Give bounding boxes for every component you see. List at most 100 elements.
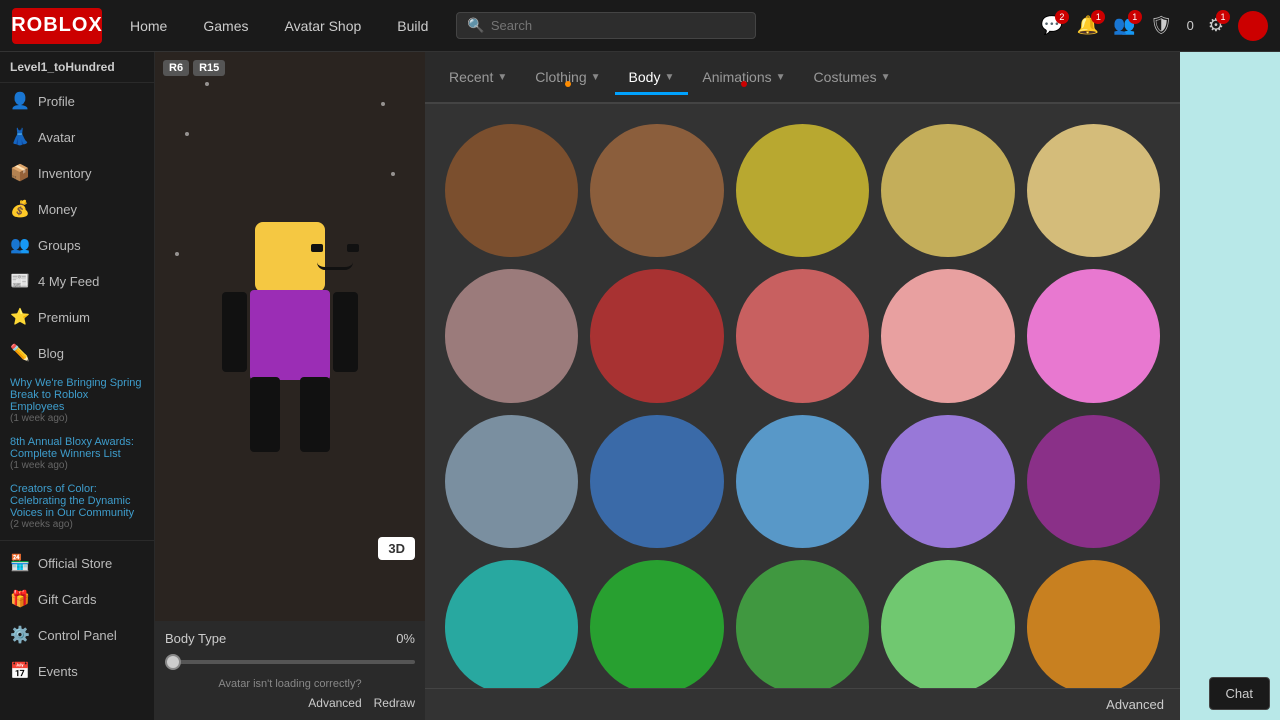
roblox-logo: ROBLOX [12,8,102,44]
chat-icon-button[interactable]: 💬2 [1041,15,1063,36]
avatar-preview [155,52,425,621]
sidebar-label-money: Money [38,202,77,217]
color-swatch-0[interactable] [445,124,578,257]
color-swatch-19[interactable] [1027,560,1160,688]
chat-button[interactable]: Chat [1209,677,1270,710]
blog-title-2[interactable]: 8th Annual Bloxy Awards: Complete Winner… [10,436,144,460]
avatar-figure [210,222,370,452]
giftcard-icon: 🎁 [10,589,30,609]
color-swatch-3[interactable] [881,124,1014,257]
sidebar-item-blog[interactable]: ✏️ Blog [0,335,154,371]
tab-animations[interactable]: Animations ▼ [688,61,799,93]
notifications-icon-button[interactable]: 🔔1 [1077,15,1099,36]
tab-recent[interactable]: Recent ▼ [435,61,521,93]
sidebar-item-myfeed[interactable]: 📰 4 My Feed [0,263,154,299]
color-swatch-2[interactable] [736,124,869,257]
color-swatch-13[interactable] [881,415,1014,548]
colors-grid [425,104,1180,688]
badge-r15[interactable]: R15 [193,60,225,76]
avatar-warning: Avatar isn't loading correctly? [165,678,415,690]
avatar-badges: R6 R15 [163,60,225,76]
tab-clothing[interactable]: Clothing ▼ [521,61,614,93]
nav-home[interactable]: Home [122,14,175,38]
slider-track [165,660,415,664]
blog-title-3[interactable]: Creators of Color: Celebrating the Dynam… [10,483,144,519]
myfeed-icon: 📰 [10,271,30,291]
blog-title-1[interactable]: Why We're Bringing Spring Break to Roblo… [10,377,144,413]
top-navigation: ROBLOX Home Games Avatar Shop Build 🔍 💬2… [0,0,1280,52]
advanced-button[interactable]: Advanced [1106,697,1164,712]
color-swatch-12[interactable] [736,415,869,548]
sidebar-item-giftcards[interactable]: 🎁 Gift Cards [0,581,154,617]
friends-icon-button[interactable]: 👥1 [1113,15,1135,36]
tab-recent-arrow: ▼ [497,72,507,83]
color-swatch-11[interactable] [590,415,723,548]
sidebar-item-avatar[interactable]: 👗 Avatar [0,119,154,155]
tab-clothing-arrow: ▼ [591,72,601,83]
sidebar-item-store[interactable]: 🏪 Official Store [0,545,154,581]
avatar-face [307,242,363,272]
sidebar-label-controlpanel: Control Panel [38,628,117,643]
tab-costumes-arrow: ▼ [881,72,891,83]
color-swatch-5[interactable] [445,269,578,402]
sidebar-label-profile: Profile [38,94,75,109]
shield-icon[interactable]: 🛡 [1150,15,1173,36]
avatar-bottom: Body Type 0% Avatar isn't loading correc… [155,621,425,720]
inventory-icon: 📦 [10,163,30,183]
color-swatch-6[interactable] [590,269,723,402]
search-bar[interactable]: 🔍 [456,12,756,39]
color-swatch-7[interactable] [736,269,869,402]
tab-costumes[interactable]: Costumes ▼ [800,61,905,93]
color-swatch-18[interactable] [881,560,1014,688]
nav-avatar-shop[interactable]: Avatar Shop [276,14,369,38]
tab-body[interactable]: Body ▼ [615,61,689,93]
blog-meta-2: (1 week ago) [10,460,144,471]
color-swatch-1[interactable] [590,124,723,257]
sidebar: Level1_toHundred 👤 Profile 👗 Avatar 📦 In… [0,52,155,720]
nav-right: 💬2 🔔1 👥1 🛡 0 ⚙1 [1041,11,1269,41]
tabs-row: Recent ▼ Clothing ▼ Body ▼ Animations ▼ … [425,52,1180,104]
nav-links: Home Games Avatar Shop Build [122,14,436,38]
nav-games[interactable]: Games [195,14,256,38]
color-swatch-10[interactable] [445,415,578,548]
sidebar-item-groups[interactable]: 👥 Groups [0,227,154,263]
color-swatch-17[interactable] [736,560,869,688]
blog-post-3: Creators of Color: Celebrating the Dynam… [0,477,154,536]
sidebar-item-inventory[interactable]: 📦 Inventory [0,155,154,191]
color-swatch-8[interactable] [881,269,1014,402]
color-swatch-14[interactable] [1027,415,1160,548]
slider-thumb[interactable] [165,654,181,670]
sidebar-label-giftcards: Gift Cards [38,592,97,607]
events-icon: 📅 [10,661,30,681]
search-input[interactable] [491,18,746,33]
main-layout: Level1_toHundred 👤 Profile 👗 Avatar 📦 In… [0,52,1280,720]
groups-icon: 👥 [10,235,30,255]
color-swatch-16[interactable] [590,560,723,688]
store-icon: 🏪 [10,553,30,573]
user-avatar[interactable] [1238,11,1268,41]
tab-recent-label: Recent [449,69,493,85]
sidebar-item-premium[interactable]: ⭐ Premium [0,299,154,335]
nav-build[interactable]: Build [389,14,436,38]
sidebar-username: Level1_toHundred [0,52,154,83]
blog-post-1: Why We're Bringing Spring Break to Roblo… [0,371,154,430]
settings-icon[interactable]: ⚙1 [1208,15,1224,36]
sidebar-item-controlpanel[interactable]: ⚙️ Control Panel [0,617,154,653]
sidebar-item-money[interactable]: 💰 Money [0,191,154,227]
avatar-icon: 👗 [10,127,30,147]
avatar-head [255,222,325,292]
badge-r6[interactable]: R6 [163,60,189,76]
redraw-action[interactable]: Redraw [374,696,415,710]
color-swatch-15[interactable] [445,560,578,688]
sidebar-item-profile[interactable]: 👤 Profile [0,83,154,119]
color-swatch-4[interactable] [1027,124,1160,257]
sidebar-item-events[interactable]: 📅 Events [0,653,154,689]
3d-view-button[interactable]: 3D [378,537,415,560]
blog-icon: ✏️ [10,343,30,363]
body-type-slider[interactable] [165,654,415,670]
avatar-leg-right [300,377,330,452]
advanced-action[interactable]: Advanced [308,696,361,710]
sidebar-label-myfeed: 4 My Feed [38,274,99,289]
blog-meta-3: (2 weeks ago) [10,519,144,530]
color-swatch-9[interactable] [1027,269,1160,402]
